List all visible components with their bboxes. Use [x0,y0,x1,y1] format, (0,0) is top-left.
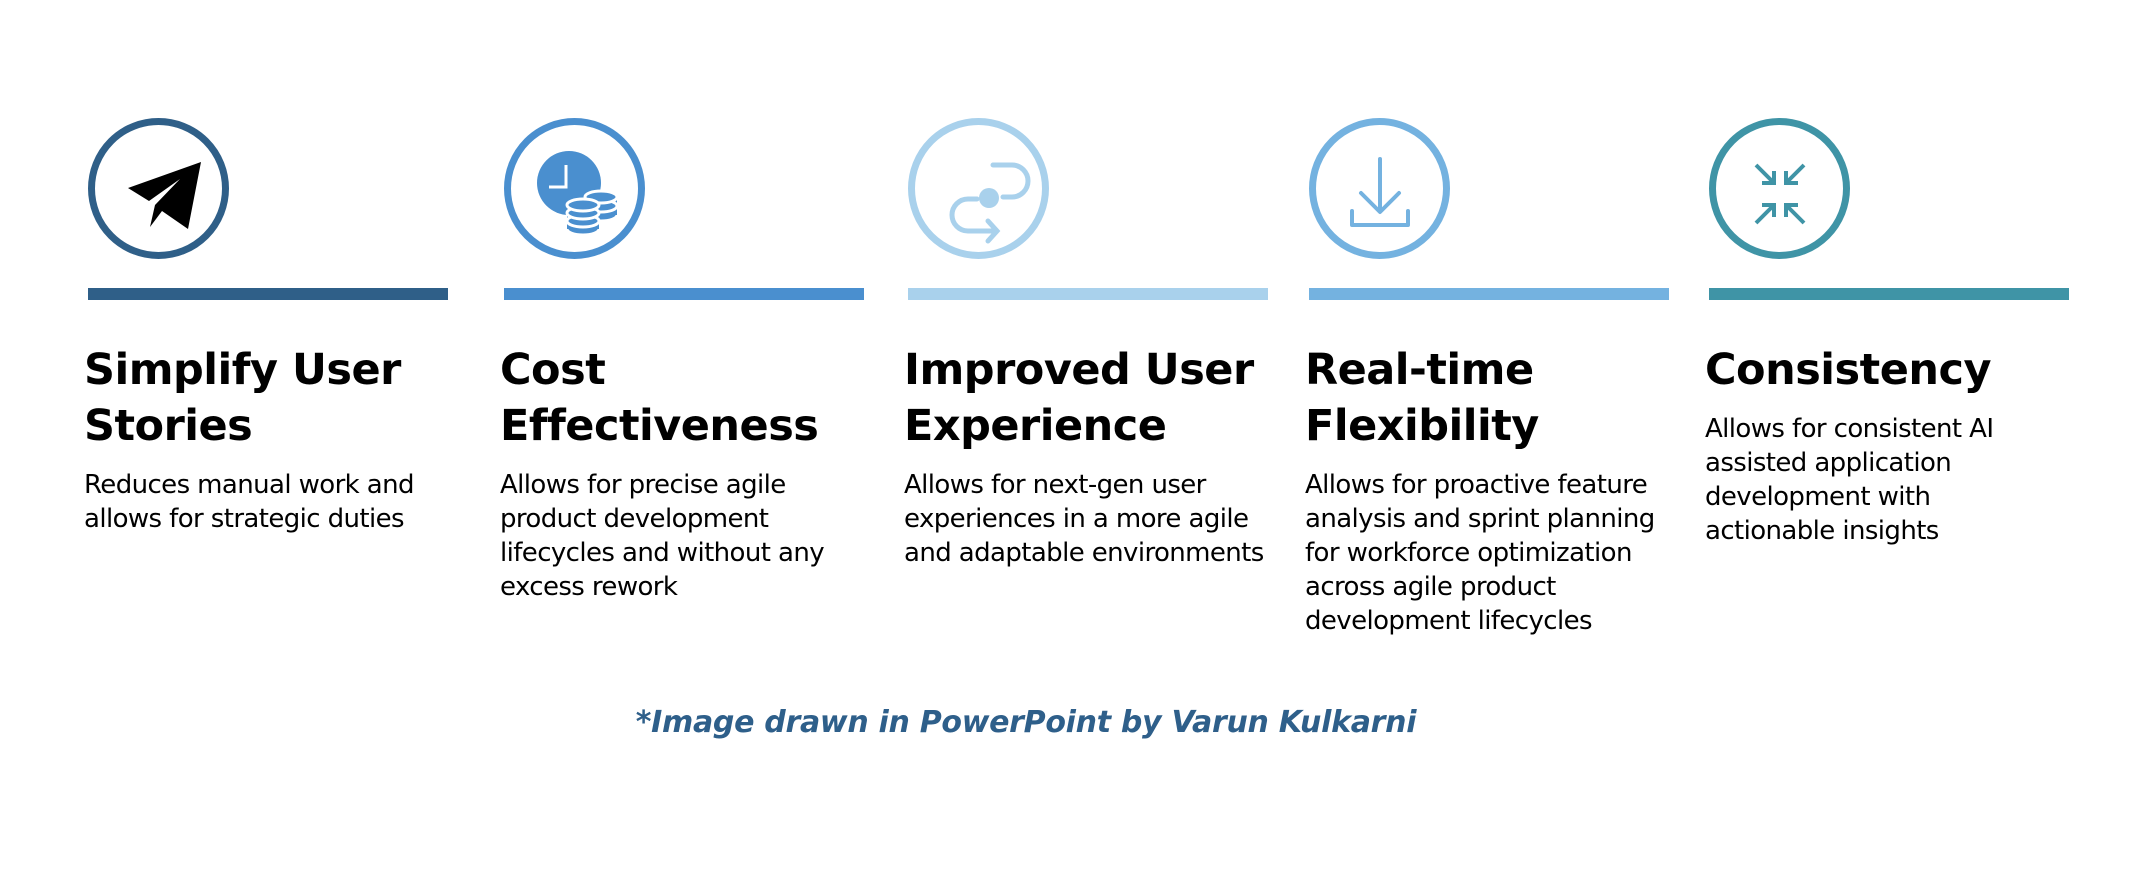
benefit-title: Improved User Experience [904,345,1254,451]
benefit-title: Real-time Flexibility [1305,345,1539,451]
benefit-column-improved-user-experience: Improved User Experience Allows for next-… [904,0,1268,700]
benefit-column-consistency: Consistency Allows for consistent AI ass… [1705,0,2069,700]
route-path-icon [949,162,1031,244]
collapse-arrows-icon [1754,163,1806,225]
clock-coins-icon [537,151,619,237]
download-icon [1350,157,1410,227]
benefit-description: Reduces manual work and allows for strat… [84,470,415,534]
accent-bar [504,288,864,300]
benefit-title: Cost Effectiveness [500,345,819,451]
icon-circle [88,118,229,259]
image-credit: *Image drawn in PowerPoint by Varun Kulk… [0,705,2152,740]
accent-bar [908,288,1268,300]
benefit-description: Allows for precise agile product develop… [500,470,825,602]
image-credit-text: *Image drawn in PowerPoint by Varun Kulk… [635,705,1417,740]
icon-circle [504,118,645,259]
benefit-column-real-time-flexibility: Real-time Flexibility Allows for proactiv… [1305,0,1669,700]
benefit-title: Simplify User Stories [84,345,401,451]
accent-bar [1309,288,1669,300]
benefit-description: Allows for next-gen user experiences in … [904,470,1264,568]
icon-circle [1309,118,1450,259]
benefit-title: Consistency [1705,345,1992,395]
benefit-description: Allows for consistent AI assisted applic… [1705,414,1994,546]
paper-plane-icon [128,162,201,229]
benefit-description: Allows for proactive feature analysis an… [1305,470,1655,636]
icon-circle [908,118,1049,259]
benefit-column-cost-effectiveness: Cost Effectiveness Allows for precise agi… [500,0,864,700]
accent-bar [88,288,448,300]
icon-circle [1709,118,1850,259]
benefit-column-simplify-user-stories: Simplify User Stories Reduces manual work… [84,0,448,700]
accent-bar [1709,288,2069,300]
